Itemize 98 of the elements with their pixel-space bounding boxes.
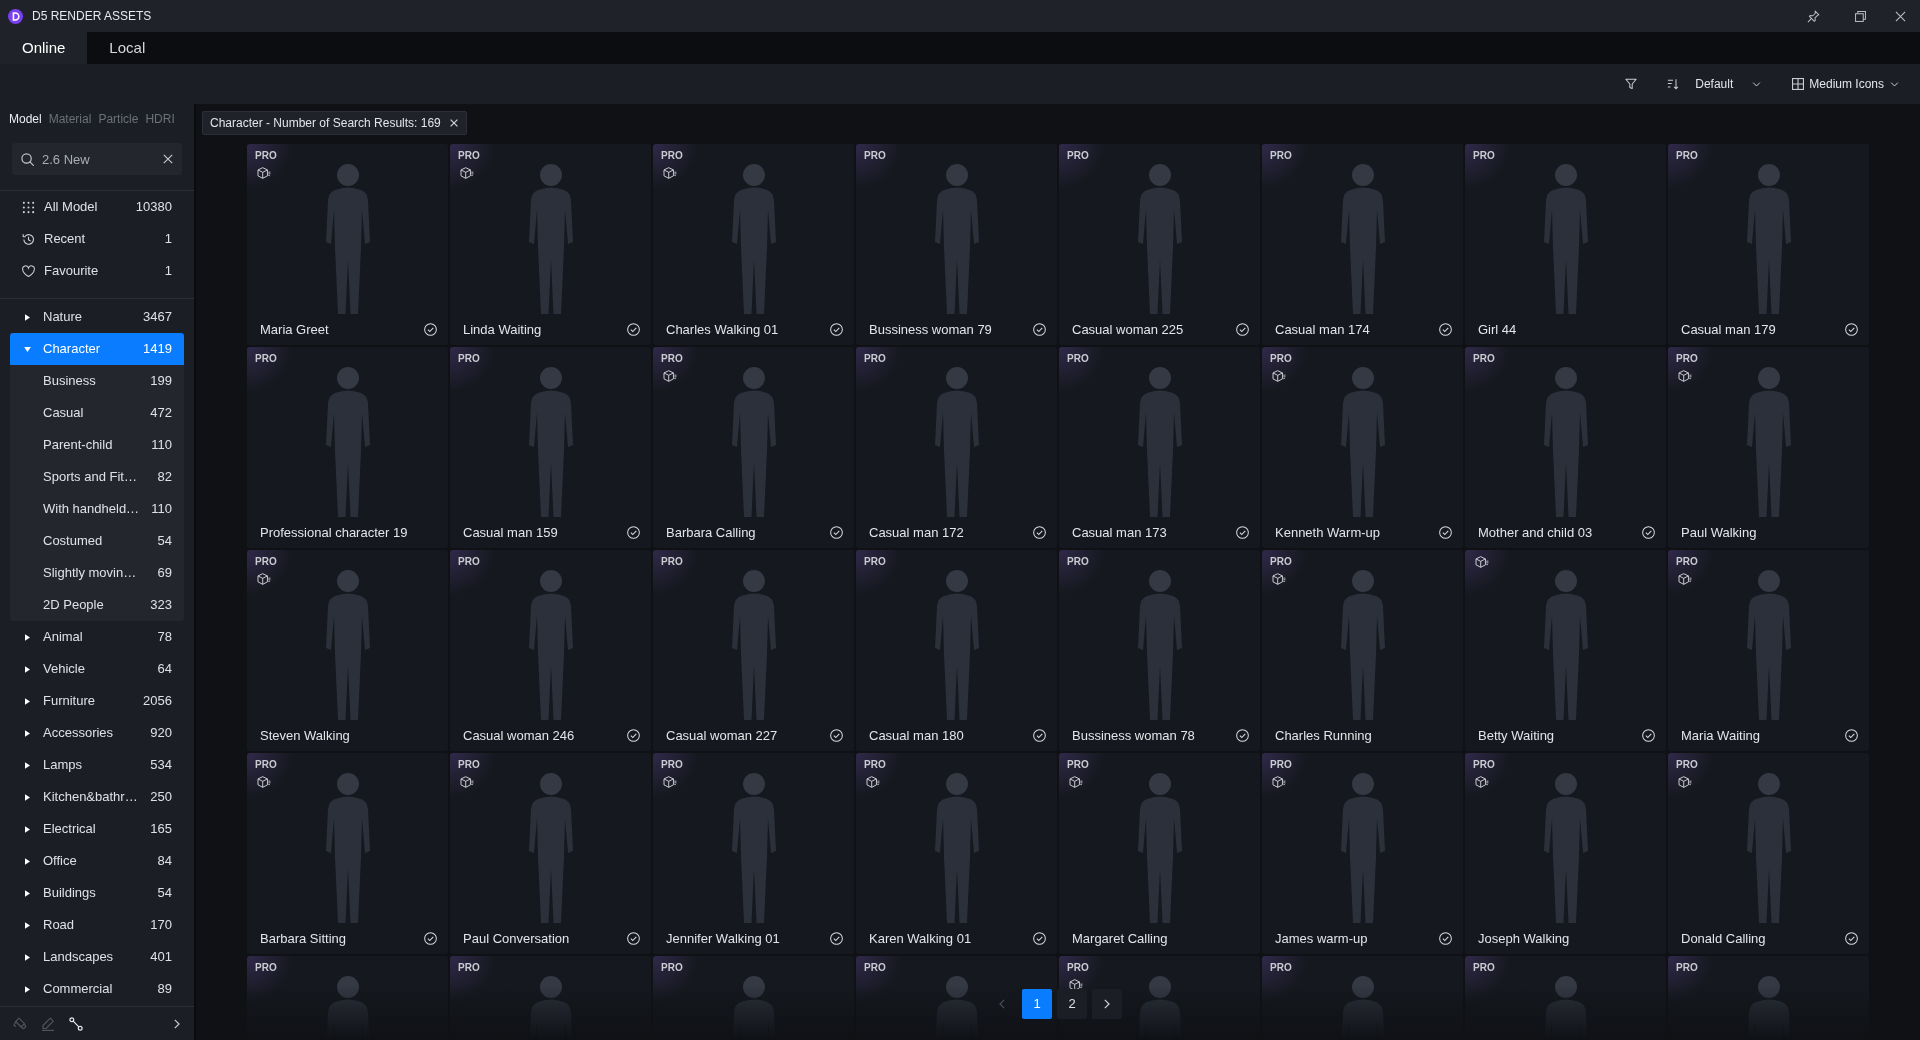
item-count: 82	[157, 468, 172, 487]
asset-name: Casual man 173	[1072, 523, 1167, 542]
asset-name: Kenneth Warm-up	[1275, 523, 1380, 542]
pro-label: PRO	[458, 962, 480, 974]
pro-label: PRO	[864, 759, 886, 771]
item-count: 64	[157, 660, 172, 679]
asset-name: Steven Walking	[260, 726, 350, 745]
asset-name: Linda Waiting	[463, 320, 542, 339]
item-count: 89	[157, 980, 172, 999]
pro-label: PRO	[1676, 962, 1698, 974]
asset-name: Casual man 179	[1681, 320, 1776, 339]
pro-label: PRO	[1270, 962, 1292, 974]
asset-name: Maria Greet	[260, 320, 329, 339]
pro-label: PRO	[1270, 556, 1292, 568]
pro-label: PRO	[864, 962, 886, 974]
item-count: 10380	[135, 198, 172, 217]
pro-label: PRO	[1473, 353, 1495, 365]
pro-label: PRO	[864, 556, 886, 568]
asset-name: Mother and child 03	[1478, 523, 1593, 542]
asset-name: Casual woman 225	[1072, 320, 1184, 339]
pro-label: PRO	[255, 150, 277, 162]
pro-label: PRO	[458, 353, 480, 365]
item-count: 1	[164, 262, 172, 281]
item-count: 534	[150, 756, 172, 775]
pro-label: PRO	[661, 759, 683, 771]
asset-name: Charles Running	[1275, 726, 1372, 745]
item-count: 165	[150, 820, 172, 839]
asset-name: Betty Waiting	[1478, 726, 1555, 745]
asset-name: Barbara Calling	[666, 523, 756, 542]
asset-name: James warm-up	[1275, 929, 1368, 948]
pro-label: PRO	[255, 353, 277, 365]
pro-label: PRO	[1676, 556, 1698, 568]
asset-name: Casual woman 246	[463, 726, 575, 745]
pro-label: PRO	[1067, 759, 1089, 771]
item-count: 78	[157, 628, 172, 647]
pro-label: PRO	[661, 150, 683, 162]
item-count: 170	[150, 916, 172, 935]
asset-name: Casual woman 227	[666, 726, 778, 745]
asset-name: Barbara Sitting	[260, 929, 346, 948]
item-count: 2056	[143, 692, 172, 711]
pro-label: PRO	[864, 150, 886, 162]
pro-label: PRO	[1473, 962, 1495, 974]
item-count: 1419	[143, 340, 172, 359]
pro-label: PRO	[255, 759, 277, 771]
item-count: 54	[157, 532, 172, 551]
pro-label: PRO	[458, 556, 480, 568]
pro-label: PRO	[1067, 353, 1089, 365]
pro-label: PRO	[1676, 150, 1698, 162]
item-count: 110	[151, 500, 172, 519]
asset-name: Charles Walking 01	[666, 320, 779, 339]
pro-label: PRO	[1067, 150, 1089, 162]
item-count: 69	[157, 564, 172, 583]
item-count: 401	[150, 948, 172, 967]
item-count: 199	[150, 372, 172, 391]
pro-label: PRO	[458, 150, 480, 162]
pro-label: PRO	[661, 353, 683, 365]
window-title: D5 RENDER ASSETS	[32, 10, 152, 22]
asset-name: Girl 44	[1478, 320, 1517, 339]
pro-label: PRO	[1270, 353, 1292, 365]
pro-label: PRO	[1067, 556, 1089, 568]
pro-label: PRO	[1676, 759, 1698, 771]
asset-name: Donald Calling	[1681, 929, 1766, 948]
pro-label: PRO	[1270, 150, 1292, 162]
asset-name: Casual man 174	[1275, 320, 1370, 339]
pro-label: PRO	[1473, 759, 1495, 771]
pro-label: PRO	[1067, 962, 1089, 974]
item-count: 472	[150, 404, 172, 423]
item-count: 84	[157, 852, 172, 871]
asset-name: Professional character 19	[260, 523, 408, 542]
asset-name: Paul Conversation	[463, 929, 570, 948]
pro-label: PRO	[1676, 353, 1698, 365]
filter-label: Character - Number of Search Results: 169	[210, 115, 441, 132]
asset-name: Bussiness woman 79	[869, 320, 992, 339]
pro-label: PRO	[661, 962, 683, 974]
asset-name: Casual man 180	[869, 726, 964, 745]
pro-label: PRO	[661, 556, 683, 568]
pro-label: PRO	[1270, 759, 1292, 771]
asset-name: Karen Walking 01	[869, 929, 972, 948]
asset-name: Bussiness woman 78	[1072, 726, 1195, 745]
item-count: 323	[150, 596, 172, 615]
item-count: 1	[164, 230, 172, 249]
asset-name: Margaret Calling	[1072, 929, 1168, 948]
asset-name: Paul Walking	[1681, 523, 1757, 542]
asset-name: Maria Waiting	[1681, 726, 1760, 745]
item-count: 3467	[143, 308, 172, 327]
asset-name: Casual man 172	[869, 523, 964, 542]
pro-label: PRO	[255, 556, 277, 568]
item-count: 54	[157, 884, 172, 903]
pro-label: PRO	[458, 759, 480, 771]
asset-name: Jennifer Walking 01	[666, 929, 780, 948]
asset-name: Casual man 159	[463, 523, 558, 542]
item-count: 920	[150, 724, 172, 743]
pro-label: PRO	[864, 353, 886, 365]
pro-label: PRO	[255, 962, 277, 974]
pro-label: PRO	[1473, 150, 1495, 162]
item-count: 110	[151, 436, 172, 455]
item-count: 250	[150, 788, 172, 807]
asset-name: Joseph Walking	[1478, 929, 1570, 948]
